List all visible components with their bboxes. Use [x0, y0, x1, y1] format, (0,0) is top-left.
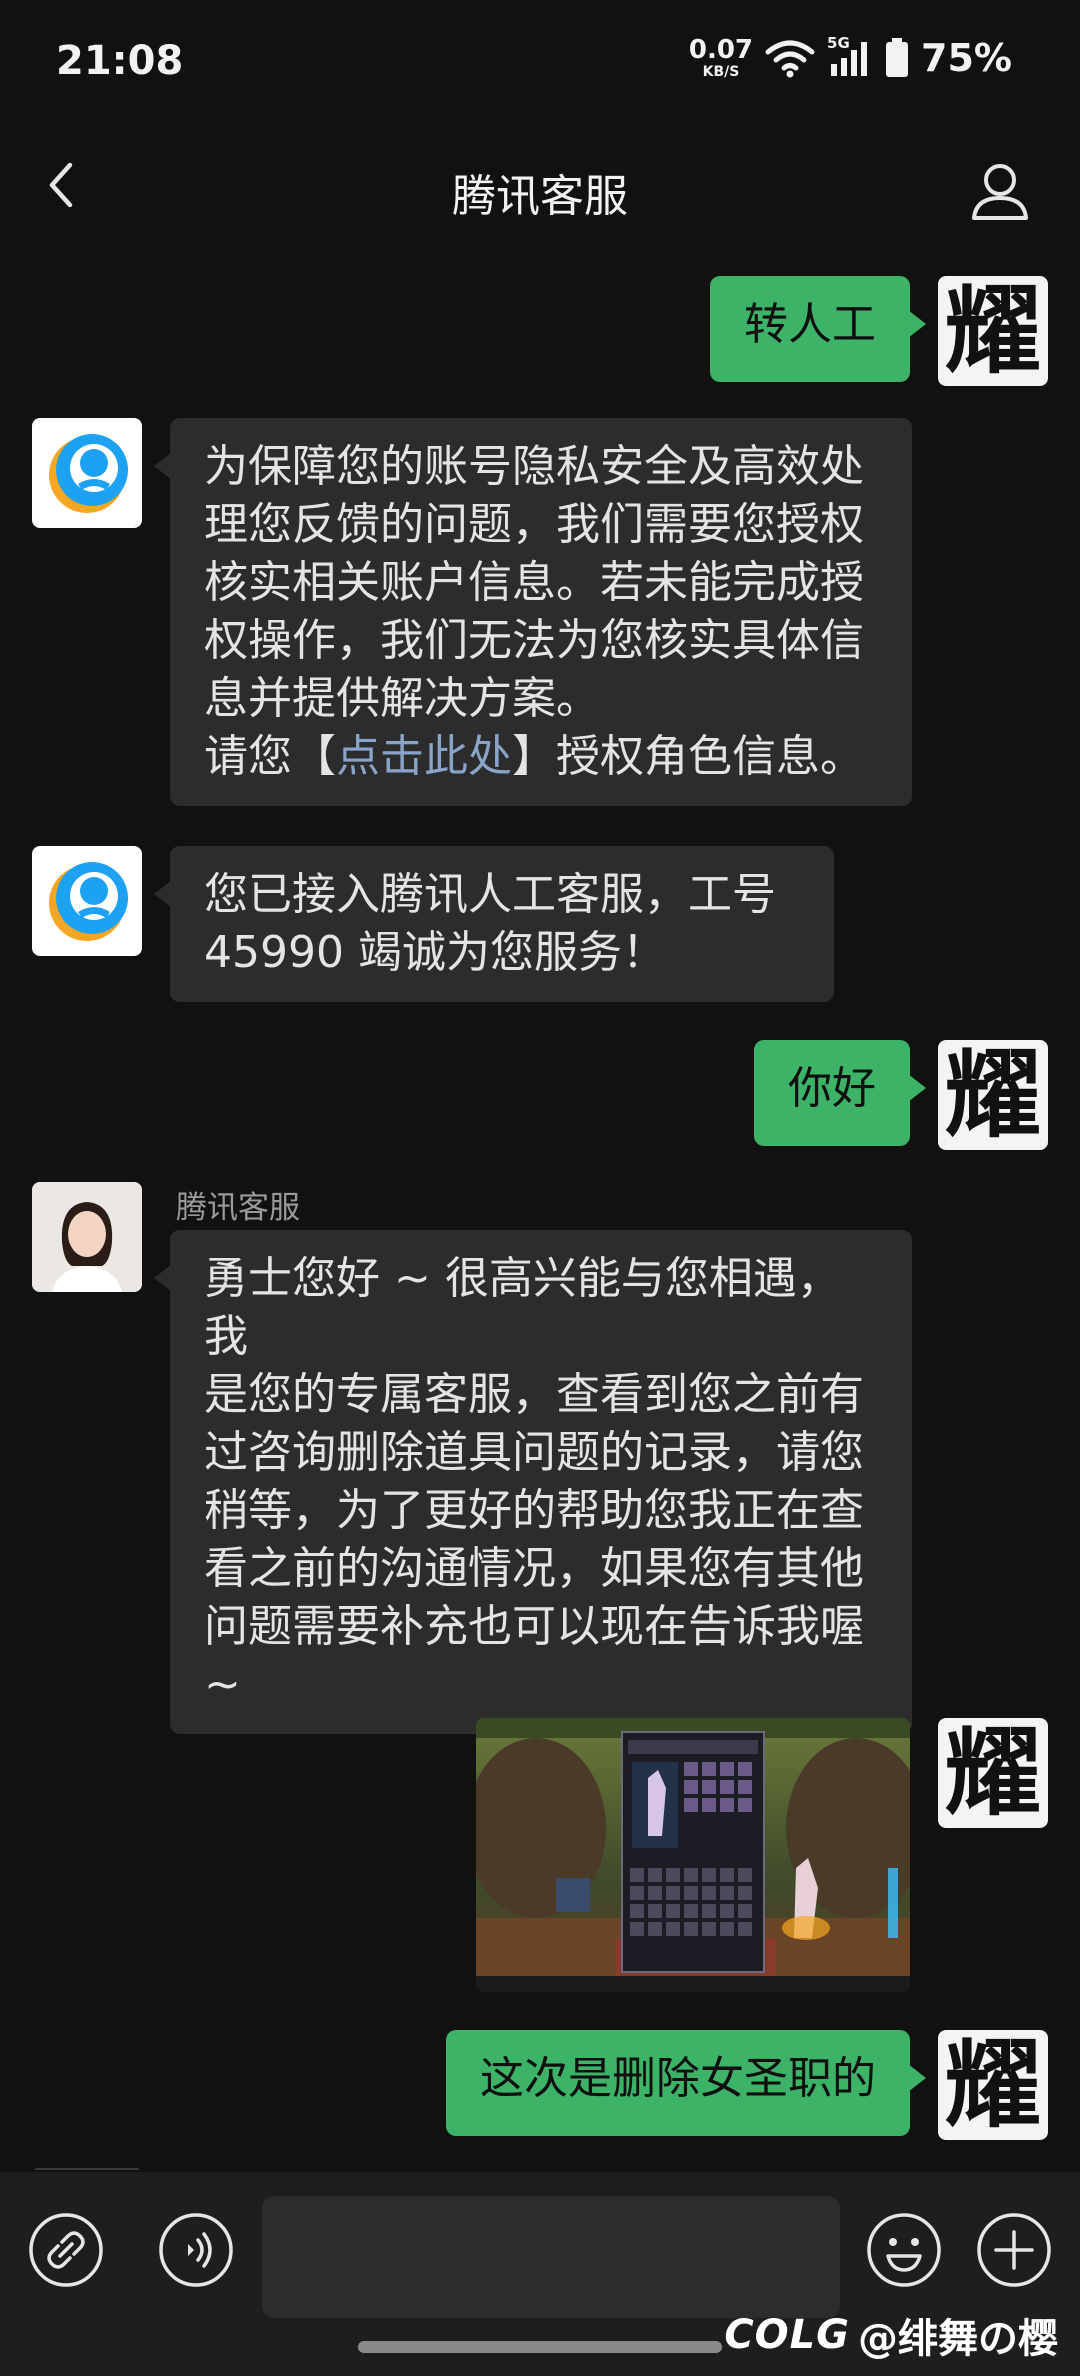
avatar[interactable]: 耀 [938, 2030, 1048, 2140]
chat-header: 腾讯客服 [0, 120, 1080, 250]
avatar[interactable] [32, 418, 142, 528]
status-icons: 0.07 KB/S 5G 75% [689, 34, 1012, 80]
message-line: 为保障您的账号隐私安全及高效处 [204, 441, 864, 492]
avatar [32, 2168, 142, 2170]
emoji-icon[interactable] [866, 2212, 942, 2288]
voice-icon[interactable] [158, 2212, 234, 2288]
message-row: 耀 [0, 1718, 1080, 1998]
message-line: 理您反馈的问题，我们需要您授权 [204, 499, 864, 550]
battery-icon [886, 38, 909, 77]
avatar[interactable] [32, 1182, 142, 1292]
avatar-character: 耀 [945, 276, 1041, 386]
watermark-brand: COLG [724, 2312, 850, 2358]
home-indicator[interactable] [358, 2341, 722, 2353]
link-icon[interactable] [28, 2212, 104, 2288]
message-input[interactable] [262, 2196, 840, 2318]
network-speed-value: 0.07 [688, 35, 754, 65]
network-speed: 0.07 KB/S [689, 37, 753, 79]
avatar-character: 耀 [945, 1718, 1041, 1828]
avatar-character: 耀 [945, 1040, 1041, 1150]
authorize-link[interactable]: 点击此处 [336, 731, 512, 782]
agent-photo-icon [32, 1182, 142, 1292]
network-speed-unit: KB/S [702, 64, 740, 80]
message-line: 您已接入腾讯人工客服，工号 [204, 869, 776, 920]
avatar[interactable] [32, 846, 142, 956]
incoming-bubble[interactable]: 勇士您好 ~ 很高兴能与您相遇，我 是您的专属客服，查看到您之前有 过咨询删除道… [154, 1230, 912, 1734]
message-line: 过咨询删除道具问题的记录，请您 [204, 1427, 864, 1478]
message-line: ~ [204, 1659, 241, 1710]
message-text: 这次是删除女圣职的 [480, 2053, 876, 2104]
image-message[interactable] [476, 1718, 910, 1992]
outgoing-bubble[interactable]: 转人工 [710, 276, 926, 382]
message-line: 勇士您好 ~ 很高兴能与您相遇，我 [204, 1253, 841, 1362]
message-line: 问题需要补充也可以现在告诉我喔 [204, 1601, 864, 1652]
message-line: 看之前的沟通情况，如果您有其他 [204, 1543, 864, 1594]
status-bar: 21:08 0.07 KB/S 5G 75% [0, 0, 1080, 120]
message-line: 稍等，为了更好的帮助您我正在查 [204, 1485, 864, 1536]
message-row: 转人工 耀 [0, 276, 1080, 386]
message-text: 】授权角色信息。 [512, 731, 864, 782]
sender-name: 腾讯客服 [176, 1190, 300, 1226]
incoming-bubble[interactable]: 为保障您的账号隐私安全及高效处 理您反馈的问题，我们需要您授权 核实相关账户信息… [154, 418, 912, 806]
message-text: 请您【 [204, 731, 336, 782]
battery-percent: 75% [921, 36, 1012, 80]
signal-icon: 5G [827, 34, 873, 78]
message-line: 息并提供解决方案。 [204, 673, 600, 724]
message-row: 您已接入腾讯人工客服，工号 45990 竭诚为您服务！ [0, 846, 1080, 1006]
avatar[interactable]: 耀 [938, 1040, 1048, 1150]
message-line: 核实相关账户信息。若未能完成授 [204, 557, 864, 608]
avatar[interactable]: 耀 [938, 1718, 1048, 1828]
avatar-character: 耀 [945, 2030, 1041, 2140]
outgoing-bubble[interactable]: 这次是删除女圣职的 [446, 2030, 926, 2136]
outgoing-bubble[interactable]: 你好 [754, 1040, 926, 1146]
game-screenshot-thumbnail [476, 1718, 910, 1992]
tencent-service-logo-icon [49, 434, 128, 513]
wifi-icon [765, 40, 815, 78]
message-line: 权操作，我们无法为您核实具体信 [204, 615, 864, 666]
person-icon[interactable] [968, 158, 1032, 222]
message-list[interactable]: 转人工 耀 为保障您的账号隐私安全及高效处 理您反馈的问题，我们需要您授权 核实… [0, 250, 1080, 2170]
plus-icon[interactable] [976, 2212, 1052, 2288]
message-text: 转人工 [744, 299, 876, 350]
message-line: 请您【点击此处】授权角色信息。 [204, 728, 878, 786]
page-title: 腾讯客服 [452, 171, 628, 222]
message-line: 45990 竭诚为您服务！ [204, 927, 666, 978]
watermark: COLG @绯舞の樱 [724, 2306, 1058, 2364]
message-row: 为保障您的账号隐私安全及高效处 理您反馈的问题，我们需要您授权 核实相关账户信息… [0, 418, 1080, 818]
message-line: 是您的专属客服，查看到您之前有 [204, 1369, 864, 1420]
message-text: 你好 [788, 1063, 876, 1114]
message-row: 你好 耀 [0, 1040, 1080, 1150]
tencent-service-logo-icon [49, 862, 128, 941]
watermark-handle: @绯舞の樱 [858, 2316, 1058, 2362]
incoming-bubble[interactable]: 您已接入腾讯人工客服，工号 45990 竭诚为您服务！ [154, 846, 834, 1002]
message-row: 这次是删除女圣职的 耀 [0, 2030, 1080, 2140]
avatar[interactable]: 耀 [938, 276, 1048, 386]
status-time: 21:08 [56, 38, 184, 84]
